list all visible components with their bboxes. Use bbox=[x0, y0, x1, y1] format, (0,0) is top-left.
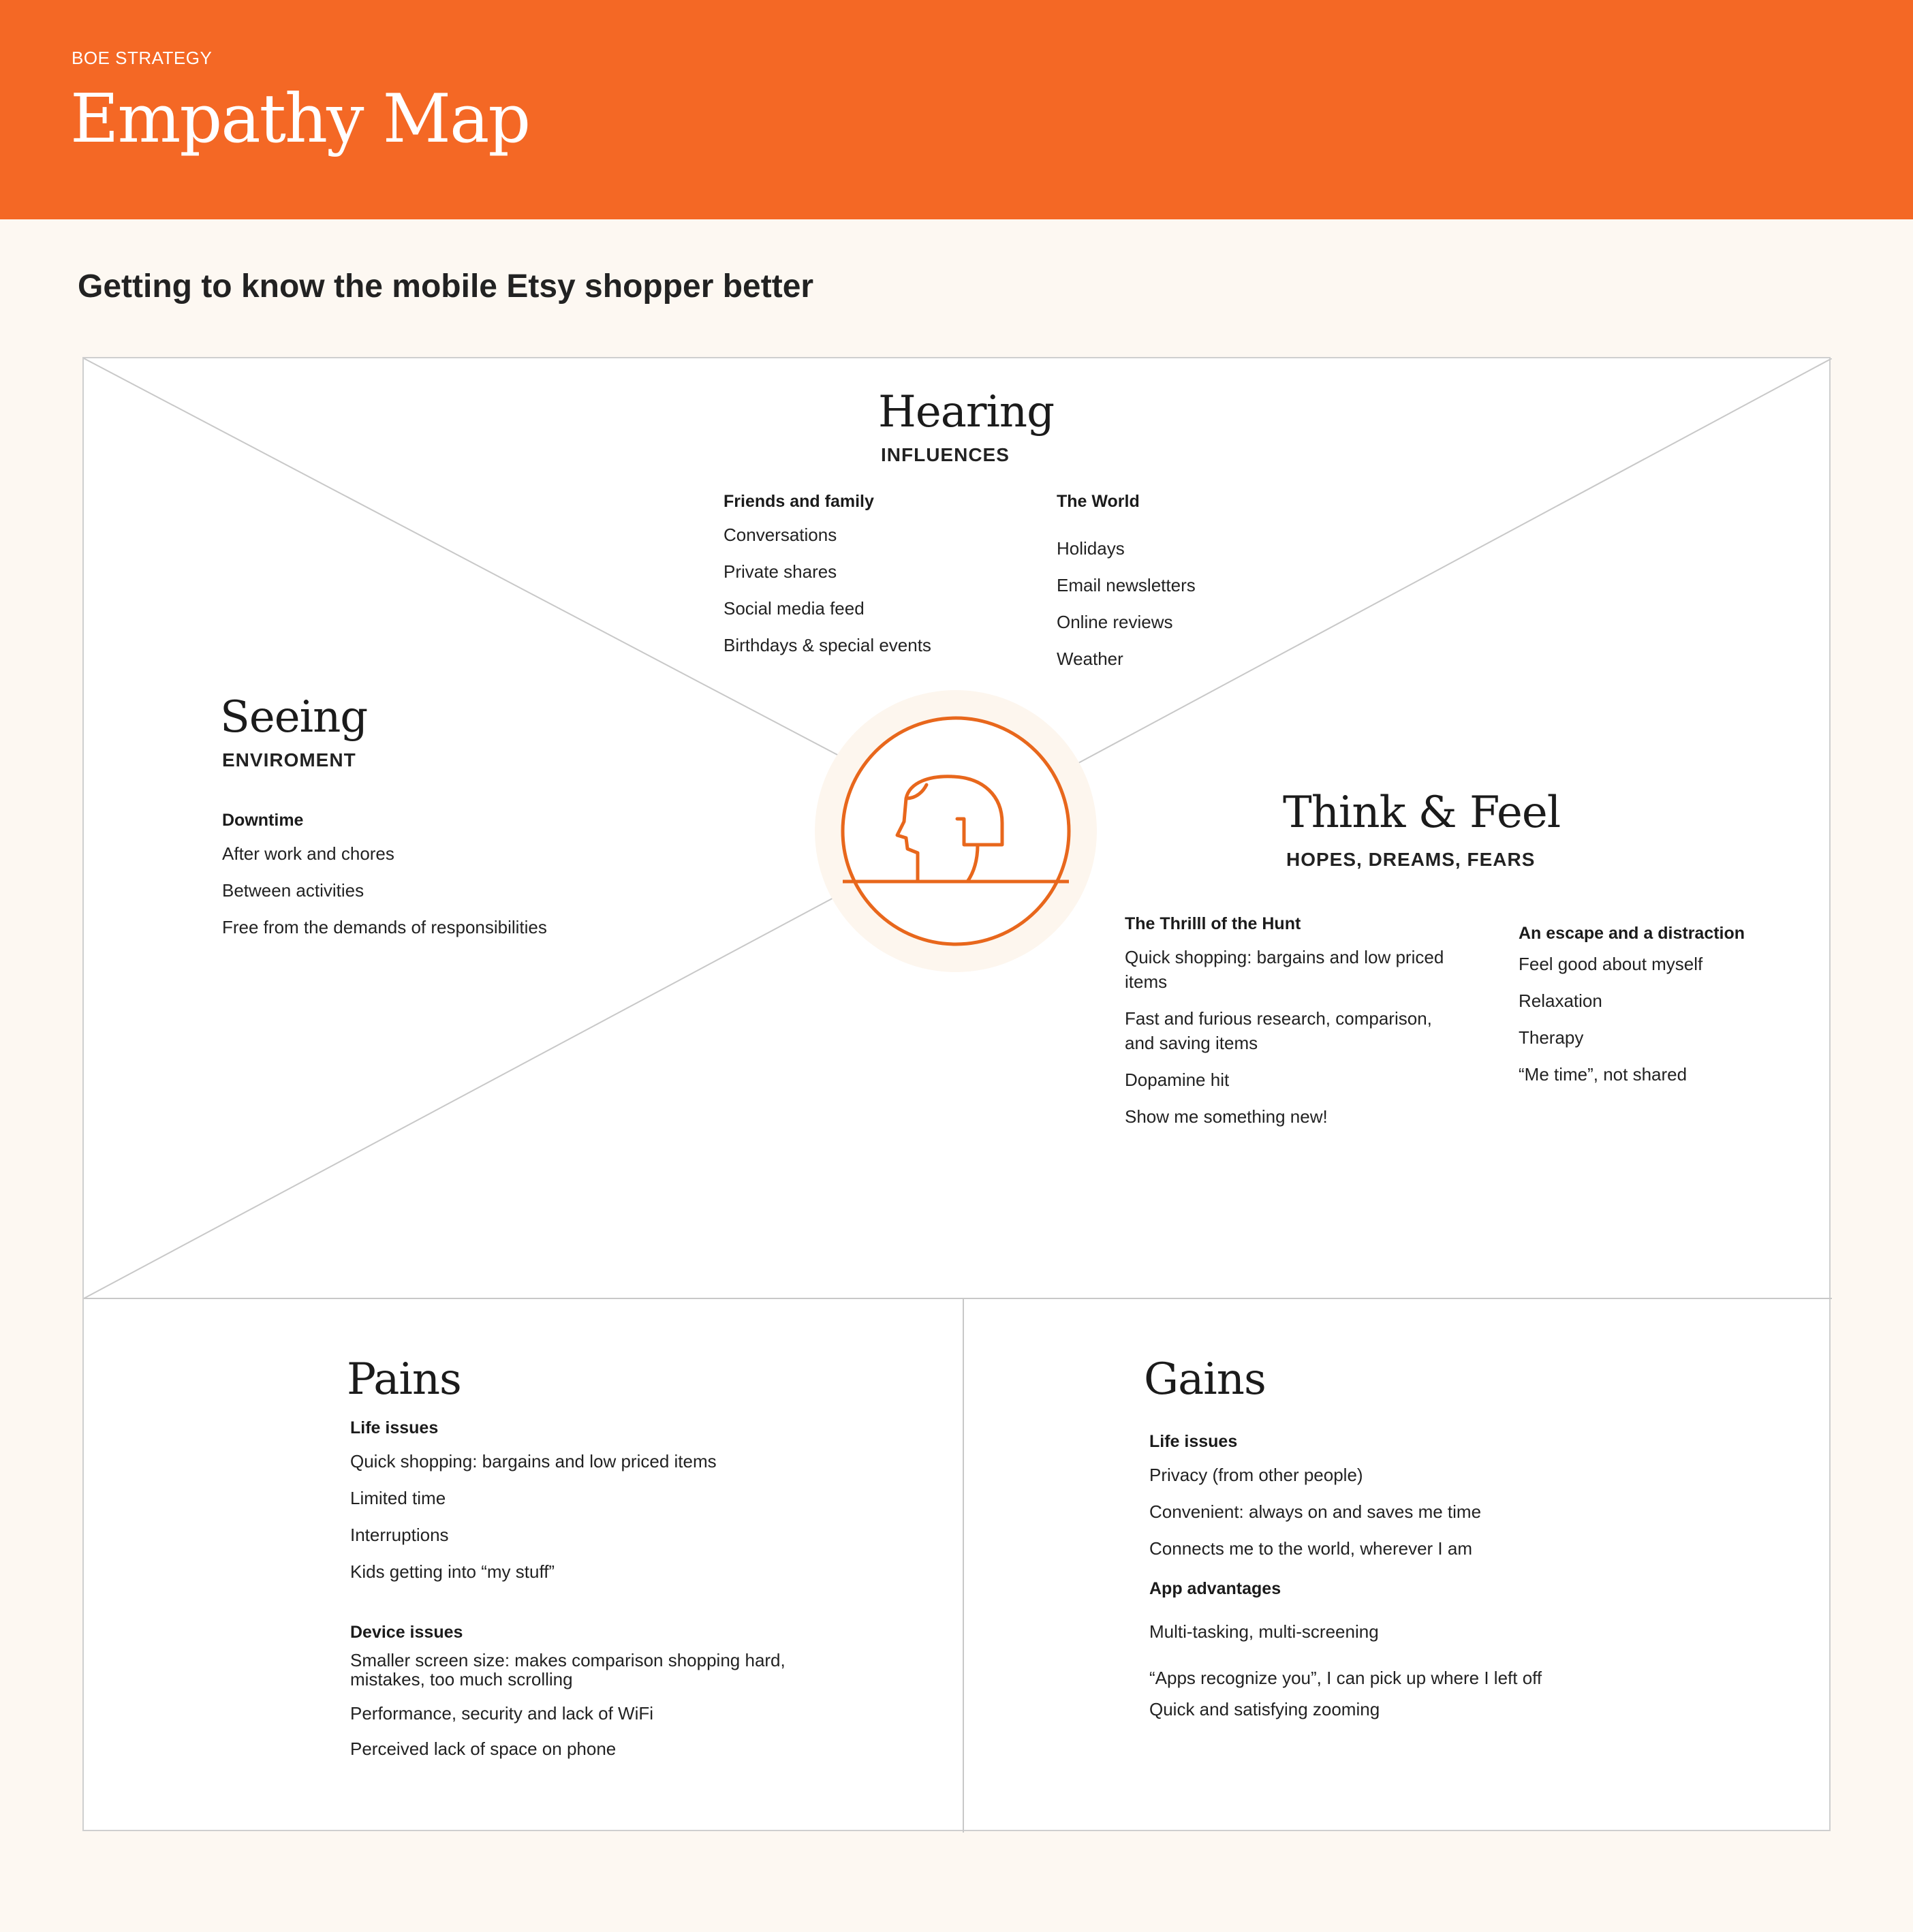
list-item: Feel good about myself bbox=[1519, 954, 1703, 974]
pains-group-life: Life issues Quick shopping: bargains and… bbox=[350, 1418, 786, 1584]
group-heading: Life issues bbox=[1149, 1432, 1238, 1451]
list-item: Quick shopping: bargains and low priced … bbox=[1125, 947, 1444, 992]
list-item: Privacy (from other people) bbox=[1149, 1465, 1363, 1485]
list-item: After work and chores bbox=[222, 843, 394, 864]
list-item: Social media feed bbox=[724, 598, 865, 619]
list-item: Multi-tasking, multi-screening bbox=[1149, 1621, 1379, 1642]
gains-title: Gains bbox=[1144, 1354, 1266, 1405]
hearing-title: Hearing bbox=[878, 387, 1055, 437]
list-item: Convenient: always on and saves me time bbox=[1149, 1501, 1482, 1522]
list-item: Show me something new! bbox=[1125, 1106, 1328, 1127]
list-item: Birthdays & special events bbox=[724, 635, 931, 655]
think-feel-title: Think & Feel bbox=[1283, 788, 1561, 838]
seeing-subtitle: ENVIROMENT bbox=[222, 749, 356, 770]
list-item: Between activities bbox=[222, 880, 364, 901]
list-item: Holidays bbox=[1057, 538, 1125, 559]
hearing-group-friends: Friends and family Conversations Private… bbox=[724, 492, 1023, 657]
person-head-icon bbox=[815, 690, 1097, 972]
group-heading: Device issues bbox=[350, 1623, 463, 1642]
group-heading: The World bbox=[1057, 492, 1140, 511]
list-item: Free from the demands of responsibilitie… bbox=[222, 917, 547, 937]
list-item: Connects me to the world, wherever I am bbox=[1149, 1538, 1472, 1559]
list-item: Weather bbox=[1057, 649, 1123, 669]
pains-group-device: Device issues Smaller screen size: makes… bbox=[350, 1623, 786, 1761]
empathy-map: Hearing INFLUENCES Friends and family Co… bbox=[82, 357, 1832, 1833]
list-item: Quick and satisfying zooming bbox=[1149, 1699, 1380, 1719]
list-item: Email newsletters bbox=[1057, 575, 1196, 595]
hearing-subtitle: INFLUENCES bbox=[881, 444, 1010, 465]
seeing-title: Seeing bbox=[220, 692, 368, 743]
page-subtitle: Getting to know the mobile Etsy shopper … bbox=[78, 268, 814, 305]
list-item: Perceived lack of space on phone bbox=[350, 1739, 617, 1759]
list-item: “Apps recognize you”, I can pick up wher… bbox=[1149, 1668, 1542, 1688]
think-feel-subtitle: HOPES, DREAMS, FEARS bbox=[1286, 849, 1536, 870]
list-item: Relaxation bbox=[1519, 991, 1602, 1011]
list-item: Dopamine hit bbox=[1125, 1070, 1230, 1090]
seeing-group-downtime: Downtime After work and chores Between a… bbox=[222, 811, 658, 939]
group-heading: The Thrilll of the Hunt bbox=[1125, 914, 1301, 933]
list-item: Fast and furious research, comparison, a… bbox=[1125, 1008, 1432, 1053]
list-item: Private shares bbox=[724, 561, 837, 582]
gains-group-life: Life issues Privacy (from other people) … bbox=[1149, 1432, 1585, 1561]
group-heading: An escape and a distraction bbox=[1519, 924, 1745, 943]
header-banner: BOE STRATEGY Empathy Map bbox=[0, 0, 1913, 219]
list-item: Quick shopping: bargains and low priced … bbox=[350, 1451, 717, 1471]
list-item: Conversations bbox=[724, 525, 837, 545]
group-heading: Friends and family bbox=[724, 492, 874, 511]
diagonal-bottom-left bbox=[84, 896, 837, 1299]
list-item: Limited time bbox=[350, 1488, 446, 1508]
pains-title: Pains bbox=[347, 1354, 462, 1405]
think-feel-group-hunt: The Thrilll of the Hunt Quick shopping: … bbox=[1125, 914, 1459, 1129]
group-heading: Life issues bbox=[350, 1418, 439, 1437]
list-item: Performance, security and lack of WiFi bbox=[350, 1703, 654, 1724]
page-title: Empathy Map bbox=[70, 80, 531, 158]
list-item: Smaller screen size: makes comparison sh… bbox=[350, 1650, 786, 1689]
hearing-group-world: The World Holidays Email newsletters Onl… bbox=[1057, 492, 1329, 671]
list-item: Online reviews bbox=[1057, 612, 1173, 632]
group-heading: App advantages bbox=[1149, 1579, 1281, 1598]
header-kicker: BOE STRATEGY bbox=[72, 48, 213, 68]
list-item: “Me time”, not shared bbox=[1519, 1064, 1688, 1085]
think-feel-group-escape: An escape and a distraction Feel good ab… bbox=[1519, 924, 1811, 1087]
list-item: Kids getting into “my stuff” bbox=[350, 1561, 555, 1582]
list-item: Therapy bbox=[1519, 1027, 1584, 1048]
list-item: Interruptions bbox=[350, 1525, 449, 1545]
group-heading: Downtime bbox=[222, 811, 304, 830]
gains-group-app: App advantages Multi-tasking, multi-scre… bbox=[1149, 1579, 1626, 1721]
